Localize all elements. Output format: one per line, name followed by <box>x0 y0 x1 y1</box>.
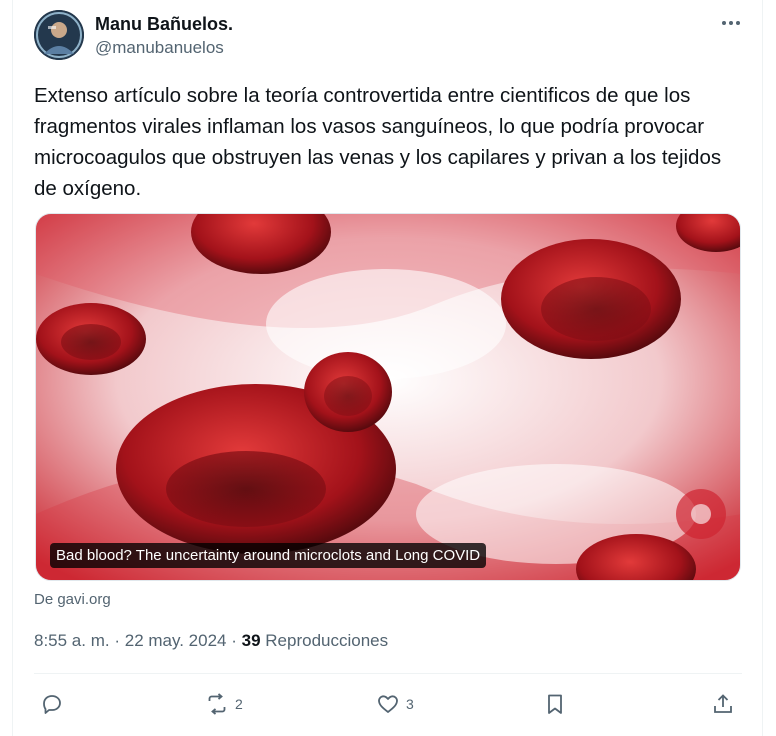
bookmark-icon <box>548 694 562 714</box>
views-label: Reproducciones <box>265 631 389 650</box>
more-icon[interactable] <box>716 8 746 38</box>
link-card-caption[interactable]: Bad blood? The uncertainty around microc… <box>50 543 487 568</box>
frame-border-right <box>762 0 763 736</box>
avatar[interactable] <box>34 10 84 60</box>
reply-icon <box>43 695 61 714</box>
like-count: 3 <box>406 696 414 712</box>
post-date[interactable]: 22 may. 2024 <box>125 631 227 650</box>
repost-count: 2 <box>235 696 243 712</box>
author-name[interactable]: Manu Bañuelos. <box>95 13 233 35</box>
divider <box>34 673 742 674</box>
like-button[interactable]: 3 <box>376 690 414 718</box>
bookmark-button[interactable] <box>543 690 567 718</box>
meta-separator: · <box>231 631 242 650</box>
share-icon <box>714 694 732 713</box>
author-handle[interactable]: @manubanuelos <box>95 37 224 59</box>
like-icon <box>378 695 398 713</box>
post-meta: 8:55 a. m. · 22 may. 2024 · 39 Reproducc… <box>34 630 388 652</box>
repost-icon <box>208 693 226 715</box>
repost-button[interactable]: 2 <box>205 690 243 718</box>
reply-button[interactable] <box>40 690 70 718</box>
post-time[interactable]: 8:55 a. m. <box>34 631 110 650</box>
link-card-image[interactable] <box>35 213 741 581</box>
link-card-source[interactable]: De gavi.org <box>34 590 111 610</box>
share-button[interactable] <box>711 690 735 718</box>
views-count: 39 <box>241 631 261 650</box>
post-text: Extenso artículo sobre la teoría controv… <box>34 84 722 200</box>
meta-separator: · <box>114 631 125 650</box>
frame-border-left <box>12 0 13 736</box>
